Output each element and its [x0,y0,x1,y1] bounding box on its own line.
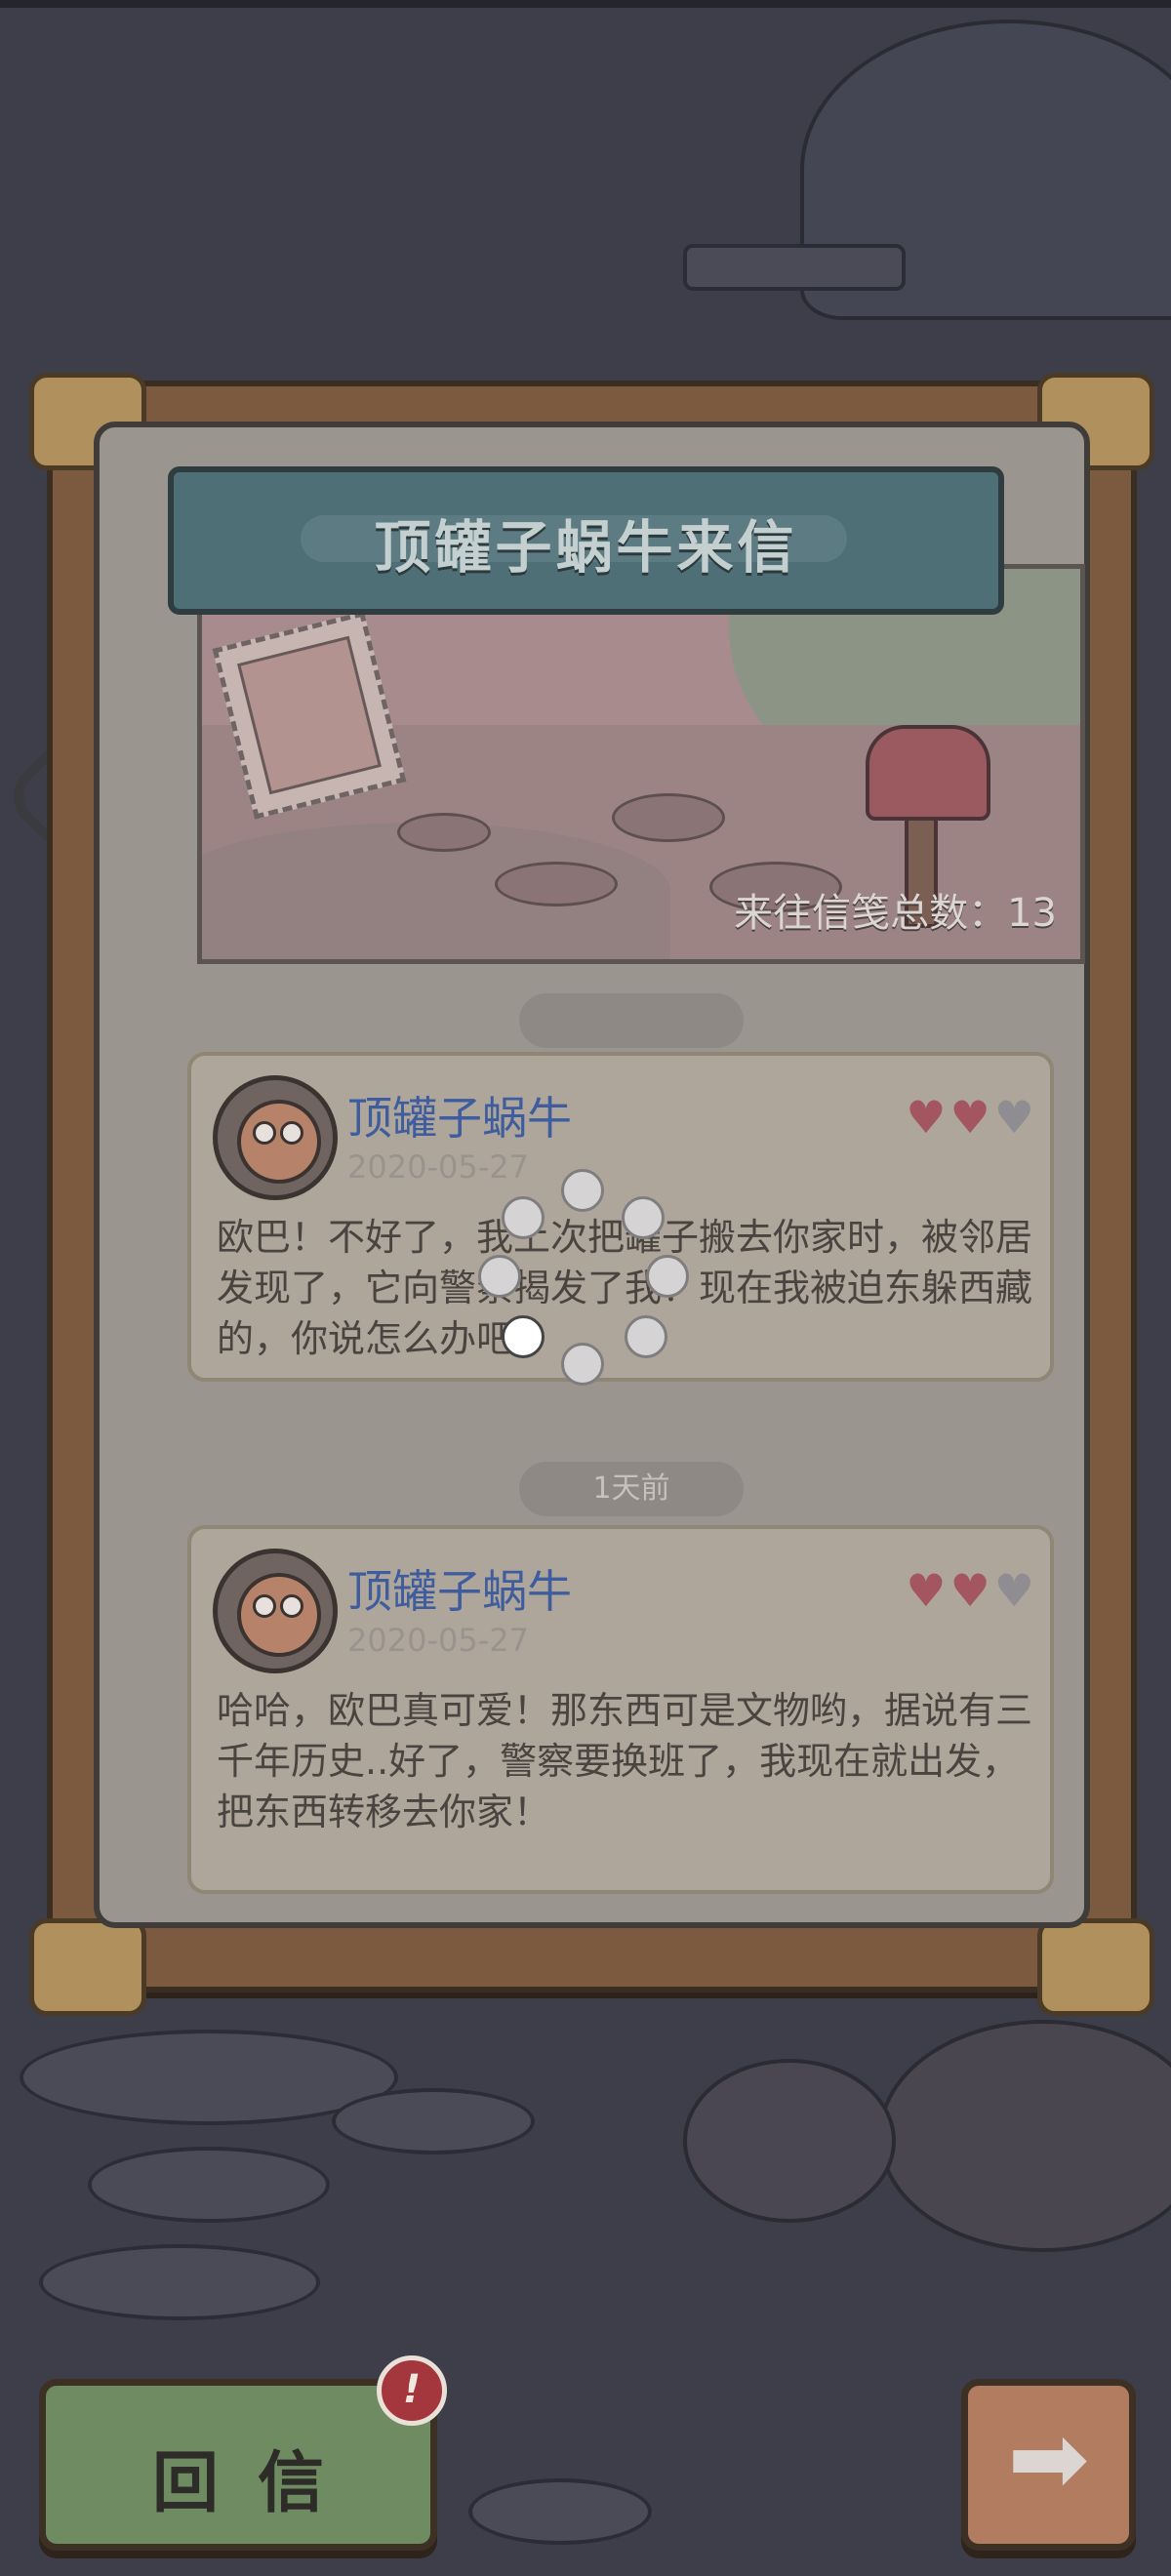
heart-filled-icon: ♥ [906,1091,947,1144]
snail-avatar-icon [237,1573,321,1657]
reply-button-label: 回信 [151,2445,363,2522]
frame-corner [1037,1918,1154,2016]
letter-text: 哈哈，欧巴真可爱！那东西可是文物哟，据说有三千年历史..好了，警察要换班了，我现… [217,1689,1033,1833]
snail-avatar-icon [237,1100,321,1184]
frame-corner [29,1918,146,2016]
loading-spinner [478,1169,689,1386]
mailbox-icon [866,725,990,821]
spinner-dot [622,1196,665,1239]
page-title: 顶罐子蜗牛来信 [374,514,798,581]
sender-name: 顶罐子蜗牛 [347,1565,572,1618]
spinner-dot [502,1315,545,1358]
affection-hearts: ♥ ♥ ♥ [906,1095,1034,1140]
time-separator: 1天前 [519,1462,744,1516]
eye-icon [280,1594,303,1618]
letter-card: 顶罐子蜗牛 2020-05-27 ♥ ♥ ♥ 哈哈，欧巴真可爱！那东西可是文物哟，据… [187,1525,1054,1894]
pebble-decoration [612,793,725,842]
heart-empty-icon: ♥ [993,1564,1034,1617]
arrow-right-icon: ➡ [1007,2401,1090,2516]
stepping-stone [683,244,906,291]
affection-hearts: ♥ ♥ ♥ [906,1568,1034,1613]
stepping-stone [88,2147,330,2223]
avatar [213,1075,338,1200]
sender-name: 顶罐子蜗牛 [347,1092,572,1145]
heart-filled-icon: ♥ [949,1564,990,1617]
spinner-dot [478,1255,521,1298]
heart-empty-icon: ♥ [993,1091,1034,1144]
stepping-stone [332,2088,535,2154]
stepping-stone [468,2478,652,2545]
spinner-dot [561,1343,604,1386]
reply-button[interactable]: 回信 [39,2379,437,2551]
letter-date: 2020-05-27 [347,1622,529,1659]
title-plate: 顶罐子蜗牛来信 [168,466,1004,615]
spinner-dot [625,1315,667,1358]
eye-icon [253,1121,276,1145]
spinner-dot [646,1255,689,1298]
heart-filled-icon: ♥ [949,1091,990,1144]
mushroom-decoration [878,2020,1171,2252]
next-button[interactable]: ➡ [961,2379,1136,2551]
spinner-dot [502,1196,545,1239]
pebble-decoration [495,862,618,906]
pebble-decoration [397,813,491,852]
status-strip [0,0,1171,8]
stamp-picture [237,635,382,795]
eye-icon [280,1121,303,1145]
stepping-stone [39,2244,320,2320]
letter-count: 来往信笺总数：13 [734,891,1057,936]
notification-badge: ! [377,2355,447,2426]
eye-icon [253,1594,276,1618]
mushroom-decoration [683,2059,896,2223]
time-separator [519,993,744,1048]
spinner-dot [561,1169,604,1212]
banner-illustration: 来往信笺总数：13 [197,564,1085,964]
avatar [213,1549,338,1673]
heart-filled-icon: ♥ [906,1564,947,1617]
